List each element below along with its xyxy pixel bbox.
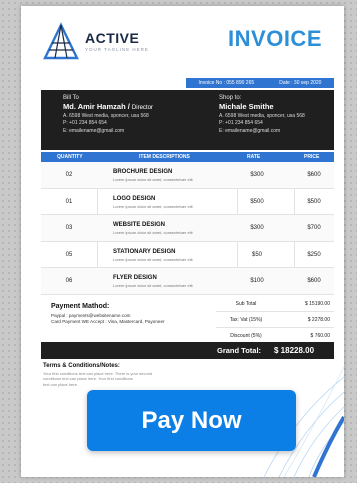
row-subtitle: Lorem ipsum dolor sit amet, consectetuer… [113,256,193,262]
row-rate: $100 [250,278,264,284]
terms-notes: Terms & Conditions/Notes: Your first con… [43,363,193,387]
subtotal-label: Sub Total [235,301,257,307]
payment-paypal: Paypal : payments@websitename.com [51,313,131,318]
row-title: STATIONARY DESIGN [113,248,176,255]
ship-to-phone: P: +01 234 854 654 [219,120,263,126]
row-price: $600 [307,172,321,178]
row-title: FLYER DESIGN [113,275,157,281]
row-quantity: 06 [65,278,73,284]
items-table: 02 BROCHURE DESIGN Lorem ipsum dolor sit … [41,162,334,295]
ship-to-label: Shop to: [219,95,242,101]
payment-cards: Card Payment WE Accept : Visa, Mastercar… [51,319,165,324]
payment-heading: Payment Mathod: [51,303,110,310]
payment-method: Payment Mathod: Paypal : payments@websit… [51,303,165,324]
tax-value: $ 2278.00 [307,317,330,323]
tax-row: Tax: Vat (15%) $ 2278.00 [216,312,334,328]
row-subtitle: Lorem ipsum dolor sit amet, consectetuer… [113,230,193,235]
row-subtitle: Lorem ipsum dolor sit amet, consectetuer… [113,177,193,182]
table-row: 06 FLYER DESIGN Lorem ipsum dolor sit ame… [41,268,334,295]
row-rate: $300 [250,172,264,178]
row-title: BROCHURE DESIGN [113,169,173,175]
row-quantity: 03 [65,225,73,231]
invoice-number: Invoice No : 055 890 265 [198,80,255,86]
invoice-date: Date : 30 sep 2020 [279,80,322,86]
table-row: 01 LOGO DESIGN Lorem ipsum dolor sit amet… [41,189,334,215]
tax-label: Tax: Vat (15%) [229,317,263,323]
bill-to-email: E: emailename@gmail.com [63,127,125,134]
grand-total-label: Grand Total: [217,346,262,355]
pay-now-button[interactable]: Pay Now [87,390,296,451]
header-quantity: QUANTITY [57,154,83,160]
bill-to-name: Md. Amir Hamzah / Director [63,102,153,111]
table-row: 05 STATIONARY DESIGN Lorem ipsum dolor si… [41,242,334,268]
discount-value: $ 760.00 [310,333,330,339]
billing-band: Bill To Md. Amir Hamzah / Director A. 65… [41,90,334,150]
grand-total-value: $ 18228.00 [274,345,315,355]
table-row: 02 BROCHURE DESIGN Lorem ipsum dolor sit … [41,162,334,189]
brand-name: ACTIVE [85,30,140,46]
bill-to-address: A. 6598 West media, sponcer, usa 568 [63,112,149,119]
header-rate: RATE [247,154,261,160]
row-title: LOGO DESIGN [113,195,156,202]
subtotal-value: $ 15190.00 [304,301,330,307]
bill-to-phone: P: +01 234 854 654 [63,120,107,126]
row-rate: $300 [250,225,264,231]
row-rate: $50 [251,251,262,258]
terms-heading: Terms & Conditions/Notes: [43,363,120,369]
row-price: $250 [307,251,321,258]
ship-to-address: A. 6598 West media, sponcer, usa 568 [219,112,305,119]
ship-to-name: Michale Smithe [219,102,274,111]
totals-block: Sub Total $ 15190.00 Tax: Vat (15%) $ 22… [216,296,334,344]
header-price: PRICE [304,154,320,160]
bill-to-role: Director [131,105,153,111]
row-title: WEBSITE DESIGN [113,222,166,228]
row-rate: $500 [250,198,264,205]
invoice-number-strip: Invoice No : 055 890 265 Date : 30 sep 2… [186,78,334,88]
row-quantity: 02 [65,172,73,178]
header-description: ITEM DESCRIPTIONS [139,154,190,160]
row-price: $700 [307,225,321,231]
brand-tagline: YOUR TAGLINE HERE [85,47,149,52]
row-subtitle: Lorem ipsum dolor sit amet, consectetuer… [113,283,193,288]
discount-label: Discount (5%) [230,333,262,339]
row-price: $500 [307,198,321,205]
row-quantity: 01 [65,198,73,205]
ship-to-email: E: emailename@gmail.com [219,127,281,134]
invoice-title: INVOICE [228,26,322,51]
bill-to-block: Bill To Md. Amir Hamzah / Director A. 65… [63,95,153,134]
row-quantity: 05 [65,251,73,258]
subtotal-row: Sub Total $ 15190.00 [216,296,334,312]
row-price: $600 [307,278,321,284]
table-row: 03 WEBSITE DESIGN Lorem ipsum dolor sit a… [41,215,334,242]
terms-line: text can place here. [43,381,78,387]
brand-block: ACTIVE YOUR TAGLINE HERE [85,30,149,52]
row-subtitle: Lorem ipsum dolor sit amet, consectetuer… [113,203,193,209]
ship-to-block: Shop to: Michale Smithe A. 6598 West med… [219,95,305,134]
logo-icon [43,22,79,60]
table-header: QUANTITY ITEM DESCRIPTIONS RATE PRICE [41,152,334,162]
bill-to-label: Bill To [63,95,79,101]
